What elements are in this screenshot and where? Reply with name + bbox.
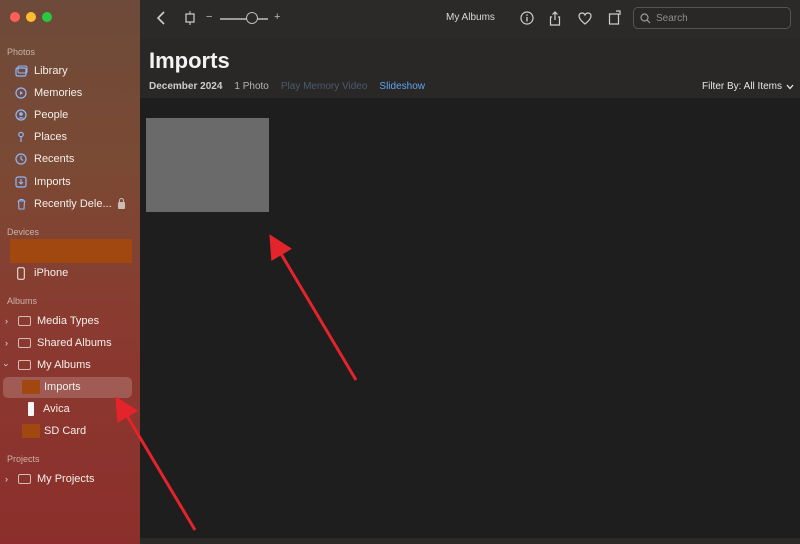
play-memory-video-link[interactable]: Play Memory Video [281,81,368,92]
sidebar-item-label: Shared Albums [37,337,112,349]
sidebar-item-label: My Projects [37,473,95,485]
album-thumbnail [22,380,40,394]
toolbar: − + My Albums [140,0,800,38]
date-label: December 2024 [149,81,223,92]
sidebar-item-label: Imports [34,176,71,188]
sidebar-item-label: Library [34,65,68,77]
library-icon [14,64,28,78]
bottom-bar [140,538,800,544]
zoom-out-button[interactable]: − [206,11,212,23]
rotate-button[interactable] [606,8,624,26]
chevron-right-icon[interactable]: › [5,316,8,326]
photo-grid [140,98,800,538]
album-thumbnail [28,402,34,416]
sidebar-item-iphone[interactable]: iPhone [0,263,140,283]
sidebar-item-shared-albums[interactable]: › Shared Albums [0,333,140,353]
memories-icon [14,86,28,100]
people-icon [14,108,28,122]
favorite-button[interactable] [576,9,594,27]
sidebar-item-label: Recently Dele... [34,198,112,210]
album-header: Imports December 2024 1 Photo Play Memor… [140,38,800,98]
sidebar-item-album-imports[interactable]: Imports [0,377,140,397]
chevron-left-icon [156,11,165,25]
photo-count: 1 Photo [234,81,269,92]
redacted-device-item[interactable] [10,239,132,263]
sidebar-item-label: iPhone [34,267,69,279]
trash-icon [14,197,28,211]
info-icon [520,11,534,25]
recents-icon [14,152,28,166]
sidebar-item-places[interactable]: Places [0,127,140,147]
imports-icon [14,175,28,189]
folder-icon [18,316,31,326]
info-button[interactable] [518,9,536,27]
sidebar-item-media-types[interactable]: › Media Types [0,311,140,331]
sidebar-item-people[interactable]: People [0,105,140,125]
zoom-slider-track[interactable] [220,18,268,20]
section-label-photos: Photos [7,47,36,57]
search-input[interactable] [656,12,776,24]
slideshow-link[interactable]: Slideshow [379,81,425,92]
sidebar-item-recently-deleted[interactable]: Recently Dele... [0,194,140,214]
share-icon [549,10,561,26]
zoom-in-button[interactable]: + [274,11,280,23]
rotate-icon [608,9,621,25]
sidebar-item-label: Places [34,131,68,143]
lock-icon [117,197,125,209]
rotate-crop-button[interactable] [180,9,200,27]
sidebar: Photos Library Memories People Places Re… [0,0,140,544]
sidebar-item-memories[interactable]: Memories [0,83,140,103]
sidebar-item-my-projects[interactable]: › My Projects [0,469,140,489]
sidebar-item-label: Imports [44,381,81,393]
zoom-window-button[interactable] [42,12,52,22]
search-icon [640,12,651,23]
back-button[interactable] [152,9,170,27]
sidebar-item-my-albums[interactable]: › My Albums [0,355,140,375]
window-controls [10,12,52,22]
folder-icon [18,338,31,348]
iphone-icon [14,266,28,280]
sidebar-item-label: Media Types [37,315,100,327]
album-subheader: December 2024 1 Photo Play Memory Video … [149,81,425,92]
chevron-down-icon [786,84,794,89]
sidebar-item-library[interactable]: Library [0,61,140,81]
sidebar-item-label: Avica [43,403,70,415]
sidebar-item-album-sd-card[interactable]: SD Card [0,421,140,441]
section-label-projects: Projects [7,454,40,464]
close-window-button[interactable] [10,12,20,22]
page-title: Imports [149,48,230,73]
section-label-devices: Devices [7,227,40,237]
filter-dropdown[interactable]: Filter By: All Items [702,81,794,92]
section-label-albums: Albums [7,296,38,306]
heart-icon [578,11,592,25]
photo-thumbnail[interactable] [146,118,269,212]
sidebar-item-label: Recents [34,153,75,165]
crop-icon [185,11,195,25]
minimize-window-button[interactable] [26,12,36,22]
sidebar-item-recents[interactable]: Recents [0,149,140,169]
main-area: − + My Albums Imports December 2024 1 Ph… [140,0,800,544]
filter-label: Filter By: All Items [701,81,782,92]
my-albums-breadcrumb[interactable]: My Albums [446,12,495,23]
sidebar-item-label: People [34,109,69,121]
album-thumbnail [22,424,40,438]
sidebar-item-label: SD Card [44,425,87,437]
share-button[interactable] [546,8,564,28]
folder-icon [18,474,31,484]
folder-icon [18,360,31,370]
search-field[interactable] [633,7,791,29]
sidebar-item-album-avica[interactable]: Avica [0,399,140,419]
sidebar-item-imports[interactable]: Imports [0,172,140,192]
sidebar-item-label: My Albums [37,359,91,371]
chevron-right-icon[interactable]: › [5,474,8,484]
chevron-right-icon[interactable]: › [5,338,8,348]
zoom-slider-knob[interactable] [246,12,258,24]
chevron-down-icon[interactable]: › [2,364,12,367]
sidebar-item-label: Memories [34,87,83,99]
places-icon [14,130,28,144]
